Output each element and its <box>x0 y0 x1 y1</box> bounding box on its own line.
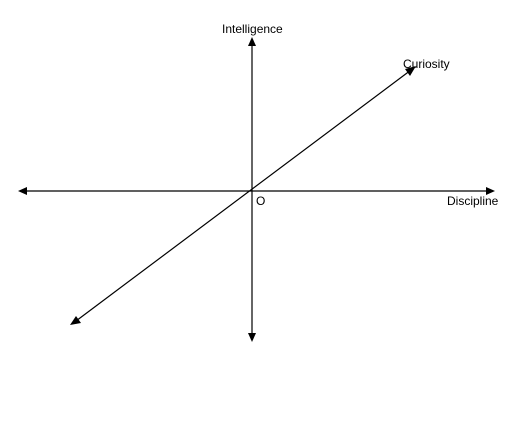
diagonal-axis-line <box>75 69 412 322</box>
horizontal-axis-label: Discipline <box>447 194 499 208</box>
diagonal-axis-label: Curiosity <box>403 57 450 71</box>
horizontal-axis-left-arrowhead <box>18 187 27 195</box>
three-axis-diagram: Intelligence Curiosity Discipline O <box>18 22 499 342</box>
vertical-axis-top-arrowhead <box>248 37 256 46</box>
vertical-axis-bottom-arrowhead <box>248 333 256 342</box>
diagonal-axis-bottom-arrowhead <box>70 316 81 325</box>
vertical-axis-label: Intelligence <box>222 22 283 36</box>
origin-label: O <box>256 194 265 208</box>
diagonal-axis <box>70 66 416 325</box>
